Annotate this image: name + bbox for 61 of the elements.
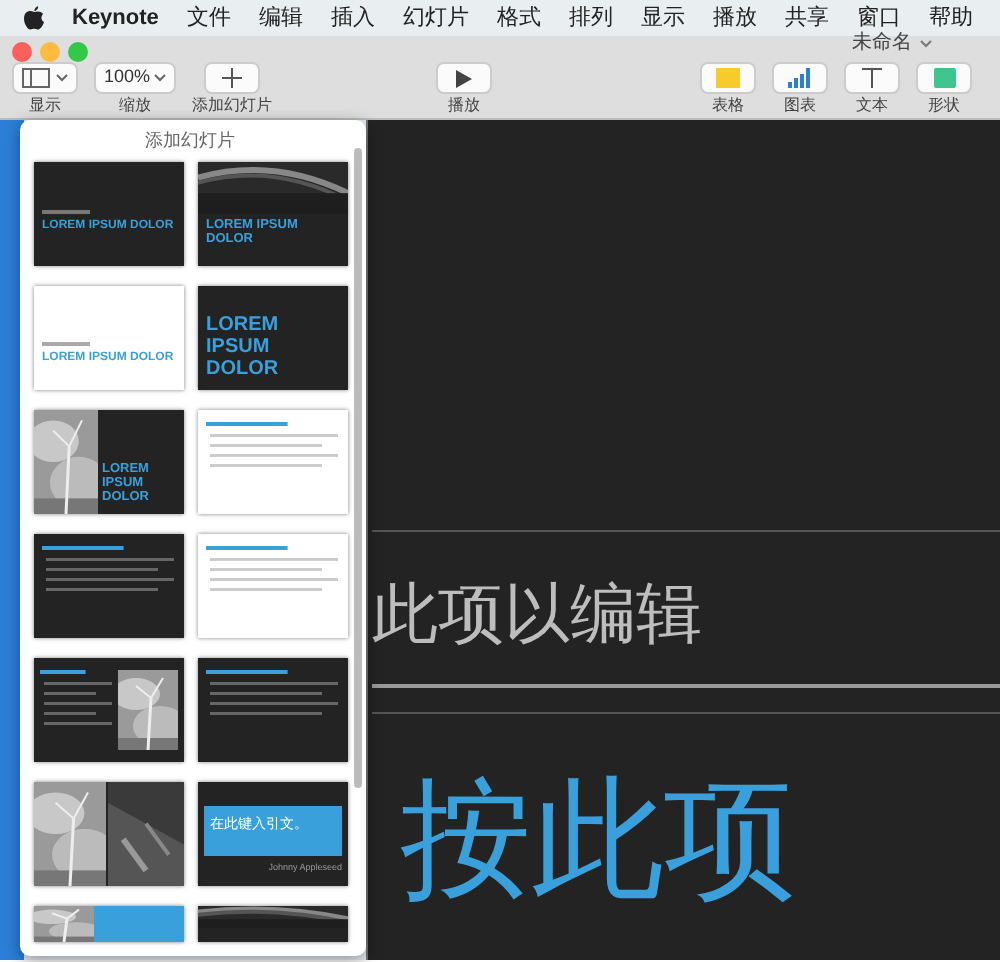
slide-layout-thumbnail[interactable]	[198, 533, 348, 637]
close-button[interactable]	[12, 42, 32, 62]
toolbar-label: 图表	[784, 98, 816, 116]
apple-icon[interactable]	[24, 6, 44, 30]
subtitle-line-drawing	[42, 209, 90, 213]
menu-item[interactable]: 编辑	[258, 1, 303, 35]
chevron-down-icon[interactable]	[920, 40, 932, 48]
slide-layout-thumbnail[interactable]	[198, 657, 348, 761]
slide-layout-thumbnail[interactable]	[198, 905, 348, 941]
toolbar-label: 显示	[29, 98, 61, 116]
play-icon	[456, 69, 472, 87]
bullet-lines-drawing	[40, 669, 116, 731]
toolbar-label: 播放	[448, 98, 480, 116]
plus-icon	[222, 68, 243, 88]
slide-layout-thumbnail[interactable]	[198, 409, 348, 513]
zoom-dropdown[interactable]: 100%	[94, 62, 177, 94]
slide-layout-thumbnail[interactable]	[34, 905, 184, 941]
bullet-lines-drawing	[206, 545, 342, 597]
play-button[interactable]	[436, 62, 492, 94]
popover-title: 添加幻灯片	[143, 128, 237, 154]
menu-item[interactable]: 文件	[186, 1, 231, 35]
bullet-lines-drawing	[206, 421, 342, 473]
menu-item[interactable]: 插入	[330, 1, 375, 35]
text-icon	[862, 68, 882, 88]
menu-item[interactable]: 帮助	[928, 1, 973, 35]
chevron-down-icon	[154, 74, 167, 82]
scrollbar-thumb[interactable]	[354, 148, 362, 788]
add-button[interactable]	[204, 62, 261, 94]
toolbar-label: 表格	[712, 98, 744, 116]
bullet-lines-drawing	[42, 545, 178, 597]
table-icon	[716, 68, 740, 88]
toolbar-label: 缩放	[119, 98, 152, 116]
layout-title: LOREM IPSUM DOLOR	[206, 313, 281, 379]
menu-item[interactable]: 排列	[568, 1, 613, 35]
sidebar-icon	[22, 68, 50, 88]
slide-layout-thumbnail[interactable]: LOREM IPSUM DOLOR	[198, 285, 348, 389]
chart-button[interactable]	[772, 62, 828, 94]
toolbar-label: 添加幻灯片	[192, 98, 273, 116]
menu-item[interactable]: 显示	[640, 1, 685, 35]
text-button[interactable]	[844, 62, 900, 94]
bar-chart-icon	[788, 68, 812, 88]
menu-item[interactable]: 幻灯片	[402, 1, 469, 35]
slide-subtitle: 此项以编辑	[372, 572, 704, 656]
chevron-down-icon	[56, 74, 68, 82]
menu-item[interactable]: 窗口	[856, 1, 901, 35]
toolbar-label: 文本	[856, 98, 888, 116]
toolbar-label: 形状	[928, 98, 960, 116]
view-button[interactable]	[12, 62, 78, 94]
shape-icon	[933, 68, 955, 88]
slide-layout-thumbnail[interactable]	[34, 657, 184, 761]
menu-item[interactable]: 播放	[712, 1, 757, 35]
subtitle-line-drawing	[42, 341, 90, 345]
window-title: 未命名	[852, 32, 912, 56]
slide-title: 按此项	[400, 773, 798, 905]
app-menu[interactable]: Keynote	[72, 1, 159, 35]
menu-item[interactable]: 共享	[784, 1, 829, 35]
bullet-lines-drawing	[206, 669, 342, 721]
shape-button[interactable]	[916, 62, 972, 94]
menu-item[interactable]: 格式	[496, 1, 541, 35]
slide-layout-thumbnail[interactable]	[34, 781, 184, 885]
slide-layout-thumbnail[interactable]	[34, 533, 184, 637]
